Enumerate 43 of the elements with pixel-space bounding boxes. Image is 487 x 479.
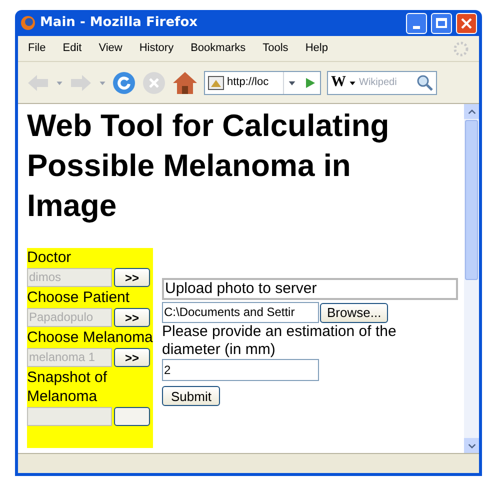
home-icon[interactable] (172, 70, 198, 94)
next-button[interactable]: >> (114, 348, 150, 367)
sidebar-label: Choose Patient (27, 288, 131, 307)
page-heading: Web Tool for Calculating Possible Melanoma in Image (27, 107, 390, 225)
close-button[interactable] (456, 12, 477, 34)
search-icon[interactable] (416, 74, 434, 92)
minimize-button[interactable] (406, 12, 427, 34)
dropdown-icon[interactable] (288, 78, 296, 86)
input-field[interactable] (27, 407, 112, 426)
scrollbar[interactable] (464, 104, 479, 453)
browse-button[interactable]: Browse... (320, 302, 388, 322)
menu-item[interactable]: History (139, 40, 174, 57)
search-engine-label[interactable]: W (328, 71, 349, 94)
menu-item[interactable]: View (98, 40, 122, 57)
upload-title: Upload photo to server (162, 278, 458, 300)
go-icon[interactable] (303, 76, 317, 90)
menu-item[interactable]: Edit (62, 40, 82, 57)
menu-item[interactable]: Help (305, 40, 328, 57)
dropdown-icon[interactable] (349, 78, 356, 86)
search-bar[interactable]: W Wikipedi (327, 70, 437, 94)
page-icon (208, 76, 224, 90)
address-text: http://loc (227, 75, 269, 90)
maximize-button[interactable] (431, 12, 452, 34)
browser-logo-icon (20, 15, 36, 31)
sidebar-label: Choose Melanoma (27, 328, 153, 347)
sidebar-label: Doctor (27, 248, 72, 267)
address-bar[interactable]: http://loc (204, 70, 321, 94)
reload-icon[interactable] (112, 70, 136, 94)
diameter-prompt: Please provide an estimation of the diameter (in mm) (162, 323, 398, 359)
sidebar-label: Snapshot of Melanoma (27, 368, 108, 406)
search-placeholder: Wikipedi (359, 76, 398, 90)
file-path-field[interactable]: C:\Documents and Settir (162, 302, 319, 323)
submit-button[interactable]: Submit (162, 386, 220, 406)
menu-item[interactable]: Tools (262, 40, 288, 57)
diameter-field[interactable]: 2 (162, 359, 319, 381)
throbber-icon (453, 40, 469, 56)
next-button[interactable] (114, 407, 150, 426)
next-button[interactable]: >> (114, 308, 150, 327)
next-button[interactable]: >> (114, 268, 150, 287)
close-icon (461, 18, 472, 28)
window-title: Main - Mozilla Firefox (40, 14, 198, 32)
menu-item[interactable]: Bookmarks (190, 40, 246, 57)
menu-item[interactable]: File (28, 40, 46, 57)
